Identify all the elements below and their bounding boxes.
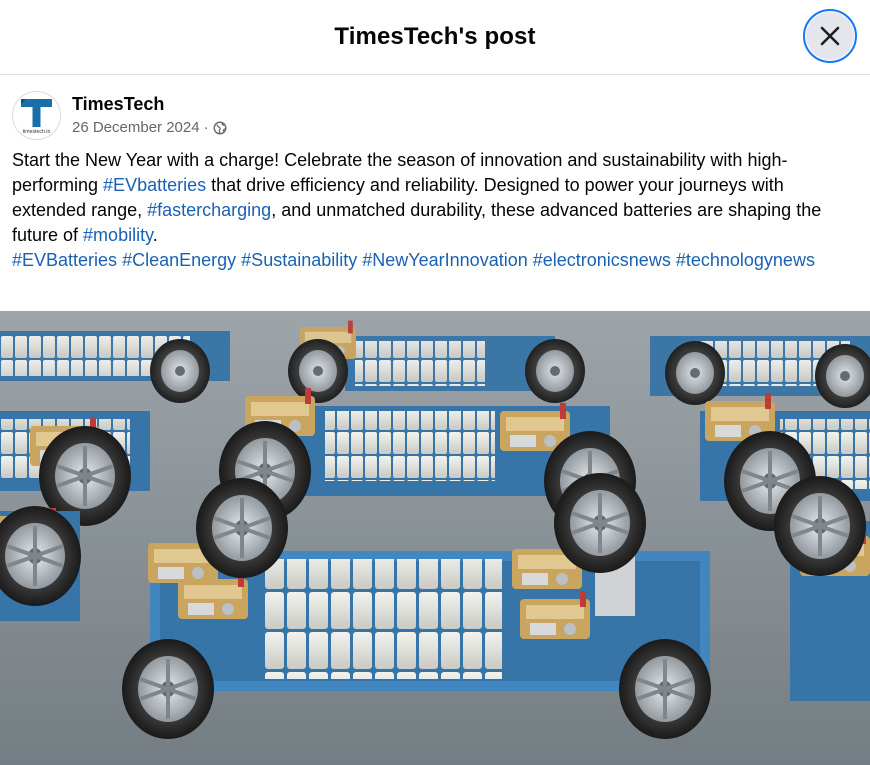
hashtag-fastercharging[interactable]: #fastercharging (147, 200, 271, 220)
post-date[interactable]: 26 December 2024 (72, 119, 200, 137)
hashtag-sustainability[interactable]: #Sustainability (241, 250, 357, 270)
date-row: 26 December 2024 · (72, 119, 227, 137)
post-text-part: . (152, 225, 158, 245)
ev-battery-chassis-illustration (0, 311, 870, 765)
author-name[interactable]: TimesTech (72, 93, 227, 115)
close-button[interactable] (803, 9, 857, 63)
globe-icon[interactable] (213, 121, 227, 135)
hashtag-evbatteries[interactable]: #EVBatteries (12, 250, 117, 270)
hashtag-electronicsnews[interactable]: #electronicsnews (533, 250, 671, 270)
hashtag-technologynews[interactable]: #technologynews (676, 250, 815, 270)
hashtag-mobility[interactable]: #mobility (83, 225, 153, 245)
hashtag-evbatteries-inline[interactable]: #EVbatteries (103, 175, 206, 195)
post-text: Start the New Year with a charge! Celebr… (12, 148, 862, 273)
avatar-text: timestech.in (23, 129, 51, 135)
separator-dot: · (203, 119, 209, 136)
post-header: timestech.in TimesTech 26 December 2024 … (12, 90, 227, 140)
post-image[interactable] (0, 311, 870, 765)
hashtag-newyearinnovation[interactable]: #NewYearInnovation (362, 250, 527, 270)
avatar[interactable]: timestech.in (12, 90, 61, 140)
modal-header: TimesTech's post (0, 0, 870, 75)
timestech-logo: timestech.in (21, 98, 52, 135)
close-icon (820, 26, 840, 46)
modal-title: TimesTech's post (334, 23, 536, 50)
post-meta: TimesTech 26 December 2024 · (72, 93, 227, 137)
hashtag-cleanenergy[interactable]: #CleanEnergy (122, 250, 236, 270)
